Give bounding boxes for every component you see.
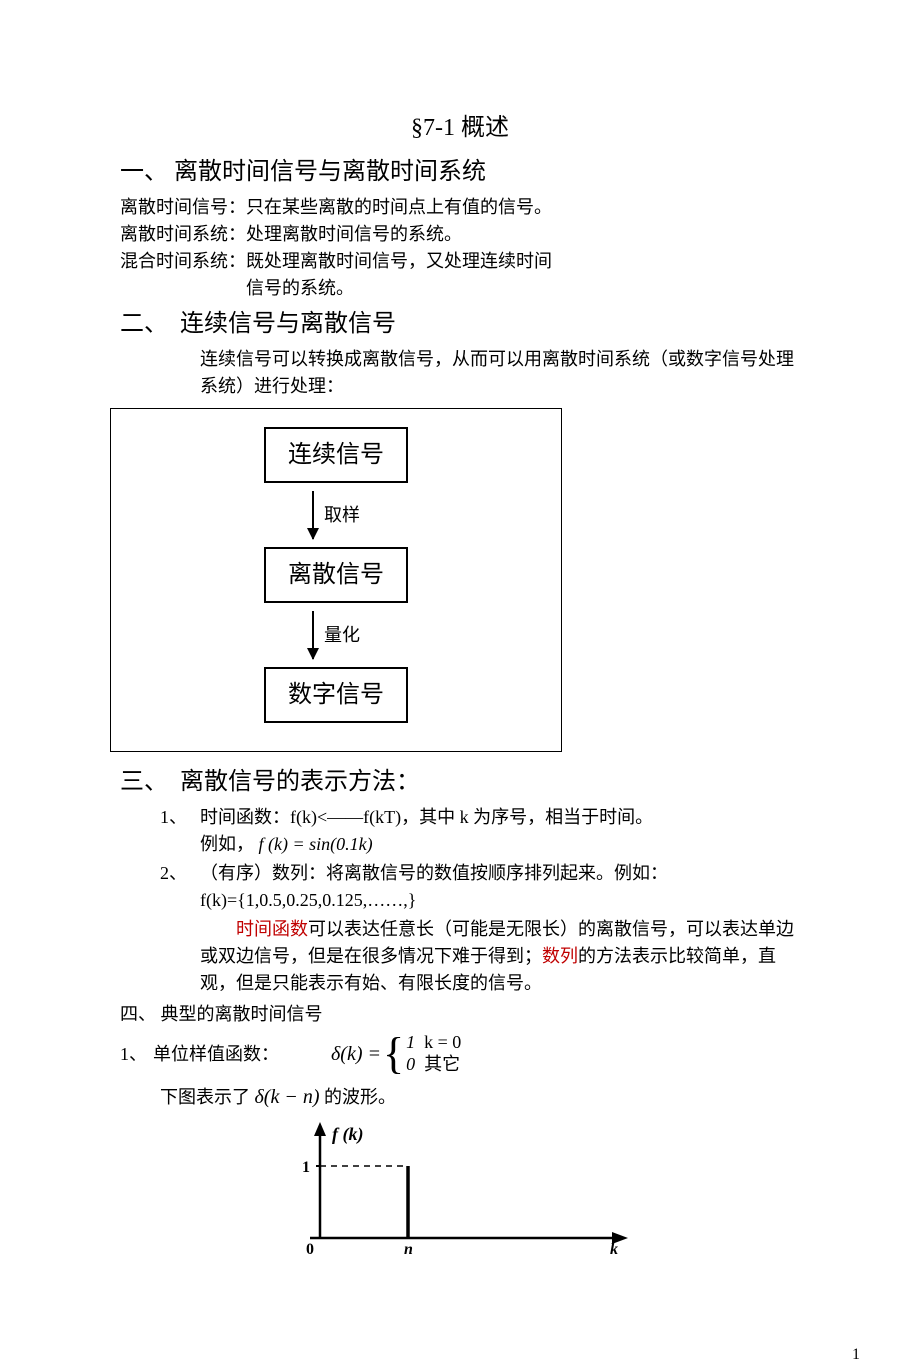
- document-page: §7-1 概述 一、 离散时间信号与离散时间系统 离散时间信号： 只在某些离散的…: [0, 0, 920, 1306]
- delta-lhs: δ(k) =: [331, 1039, 381, 1069]
- section2-intro: 连续信号可以转换成离散信号，从而可以用离散时间系统（或数字信号处理系统）进行处理…: [120, 346, 800, 400]
- arrow-label-quantize: 量化: [324, 622, 360, 649]
- heading-3: 三、 离散信号的表示方法：: [120, 764, 800, 800]
- def1-label: 离散时间信号：: [120, 194, 246, 221]
- graph-ylabel: f (k): [332, 1124, 363, 1145]
- def2-label: 离散时间系统：: [120, 221, 246, 248]
- page-number: 1: [0, 1346, 920, 1364]
- formula-delta-shift: δ(k − n): [255, 1086, 320, 1108]
- heading-4: 四、 典型的离散时间信号: [120, 1001, 800, 1028]
- impulse-graph: f (k) 1 0 n k: [280, 1118, 800, 1266]
- item2-line2: f(k)={1,0.5,0.25,0.125,……,}: [200, 887, 668, 914]
- arrow-icon: [312, 611, 314, 659]
- formula-sin: f (k) = sin(0.1k): [259, 834, 373, 854]
- heading-2: 二、 连续信号与离散信号: [120, 306, 800, 342]
- flow-box-digital: 数字信号: [264, 667, 408, 723]
- section3-note: 时间函数可以表达任意长（可能是无限长）的离散信号，可以表达单边或双边信号，但是在…: [200, 916, 800, 997]
- item2-line1: （有序）数列：将离散信号的数值按顺序排列起来。例如：: [200, 860, 668, 887]
- item-marker: 2、: [160, 860, 200, 914]
- case1-val: 1: [406, 1032, 415, 1052]
- def3-label: 混合时间系统：: [120, 248, 246, 302]
- def2-text: 处理离散时间信号的系统。: [246, 221, 800, 248]
- case2-val: 0: [406, 1054, 415, 1074]
- case2-cond: 其它: [424, 1054, 460, 1074]
- flow-diagram: 连续信号 取样 离散信号 量化 数字信号: [110, 408, 562, 752]
- note-red2: 数列: [542, 946, 578, 966]
- def1-text: 只在某些离散的时间点上有值的信号。: [246, 194, 566, 221]
- item1-line1: 时间函数：f(k)<——f(kT)，其中 k 为序号，相当于时间。: [200, 804, 653, 831]
- graph-intro-prefix: 下图表示了: [160, 1087, 250, 1107]
- item-marker: 1、: [160, 804, 200, 858]
- flow-box-discrete: 离散信号: [264, 547, 408, 603]
- definitions: 离散时间信号： 只在某些离散的时间点上有值的信号。 离散时间系统： 处理离散时间…: [120, 194, 800, 302]
- heading-1: 一、 离散时间信号与离散时间系统: [120, 154, 800, 190]
- note-red1: 时间函数: [236, 919, 308, 939]
- case1-cond: k = 0: [424, 1032, 461, 1052]
- flow-box-continuous: 连续信号: [264, 427, 408, 483]
- def3-text: 既处理离散时间信号，又处理连续时间信号的系统。: [246, 248, 566, 302]
- arrow-icon: [312, 491, 314, 539]
- graph-ytick: 1: [302, 1159, 310, 1176]
- item1-prefix: 例如，: [200, 834, 254, 854]
- graph-xlabel: k: [610, 1241, 618, 1258]
- item-marker: 1、: [120, 1041, 147, 1068]
- section-title: §7-1 概述: [120, 110, 800, 146]
- delta-equation: δ(k) = { 1 k = 0 0 其它: [331, 1032, 461, 1076]
- item1-label: 单位样值函数：: [153, 1041, 279, 1068]
- graph-origin: 0: [306, 1241, 314, 1258]
- section3-body: 1、 时间函数：f(k)<——f(kT)，其中 k 为序号，相当于时间。 例如，…: [120, 804, 800, 997]
- arrow-label-sample: 取样: [324, 502, 360, 529]
- graph-intro-suffix: 的波形。: [324, 1087, 396, 1107]
- graph-xtick: n: [404, 1241, 413, 1258]
